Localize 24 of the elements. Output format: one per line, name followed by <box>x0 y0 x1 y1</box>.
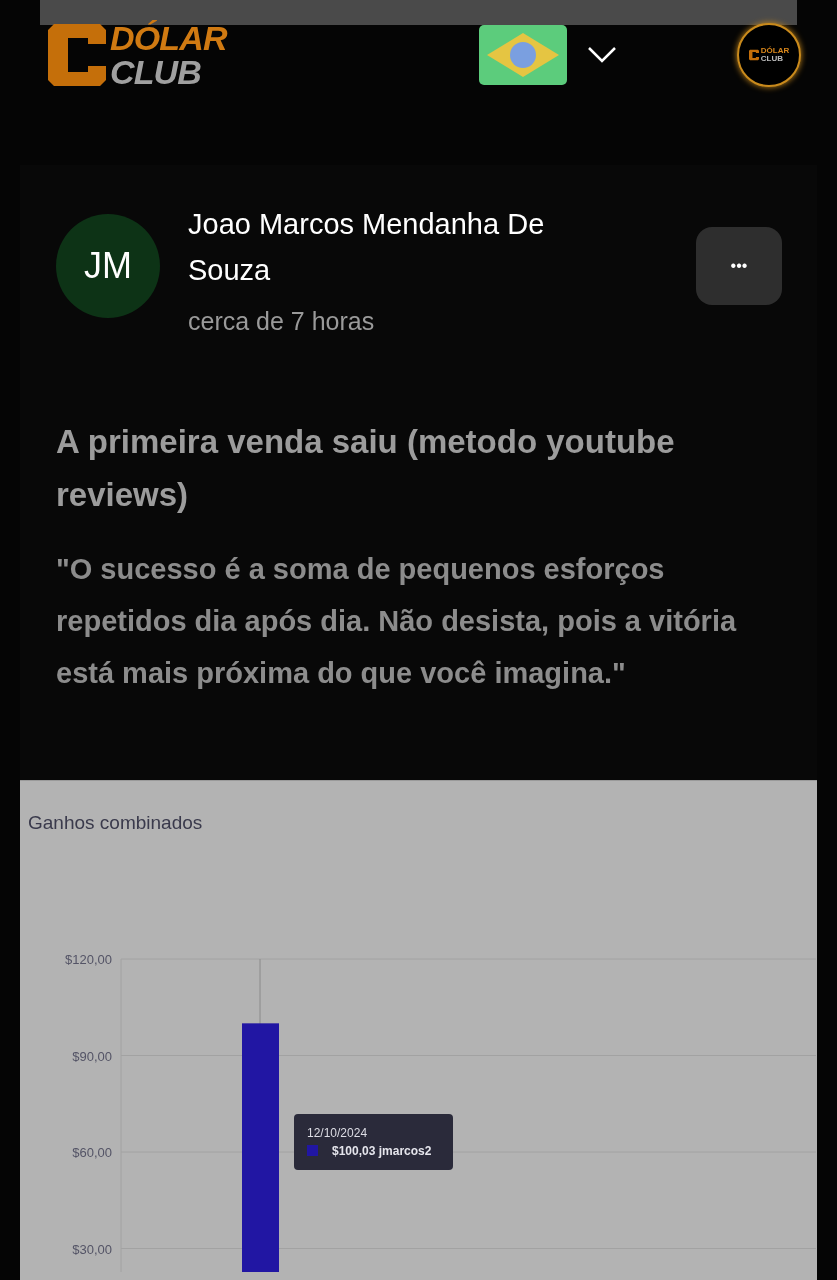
logo-text: CLUB <box>110 55 203 89</box>
logo-text: DÓLAR <box>760 47 790 55</box>
chevron-down-icon <box>587 46 617 64</box>
brazil-flag-icon <box>479 25 567 85</box>
logo-mark-icon <box>48 24 106 86</box>
axis-tick-label: $90,00 <box>72 1048 112 1063</box>
avatar[interactable]: JM <box>56 214 160 318</box>
post-quote: "O sucesso é a soma de pequenos esforços repetidos dia após dia. Não desista, pois a vitória está mais próxima do que você imagina." <box>56 551 738 691</box>
axis-tick-label: $60,00 <box>72 1144 112 1160</box>
post-title: A primeira venda saiu (metodo youtube reviews) <box>55 421 676 515</box>
post-time: cerca de 7 horas <box>188 306 376 337</box>
logo-text: DÓLAR <box>110 21 227 55</box>
tooltip-date: 12/10/2024 <box>307 1124 369 1142</box>
more-button[interactable]: ••• <box>696 227 782 305</box>
chart-title: Ganhos combinados <box>27 811 204 835</box>
tooltip-value: $100,03 jmarcos2 <box>332 1142 432 1160</box>
profile-avatar[interactable]: DÓLAR CLUB <box>737 23 801 87</box>
logo-text: CLUB <box>760 55 784 63</box>
axis-tick-label: $30,00 <box>72 1241 112 1256</box>
language-selector[interactable] <box>479 25 617 85</box>
logo-mark-icon <box>748 49 759 61</box>
legend-swatch-icon <box>307 1145 318 1156</box>
author-name[interactable]: Joao Marcos Mendanha De Souza <box>188 201 628 293</box>
axis-tick-label: $120,00 <box>65 951 112 967</box>
